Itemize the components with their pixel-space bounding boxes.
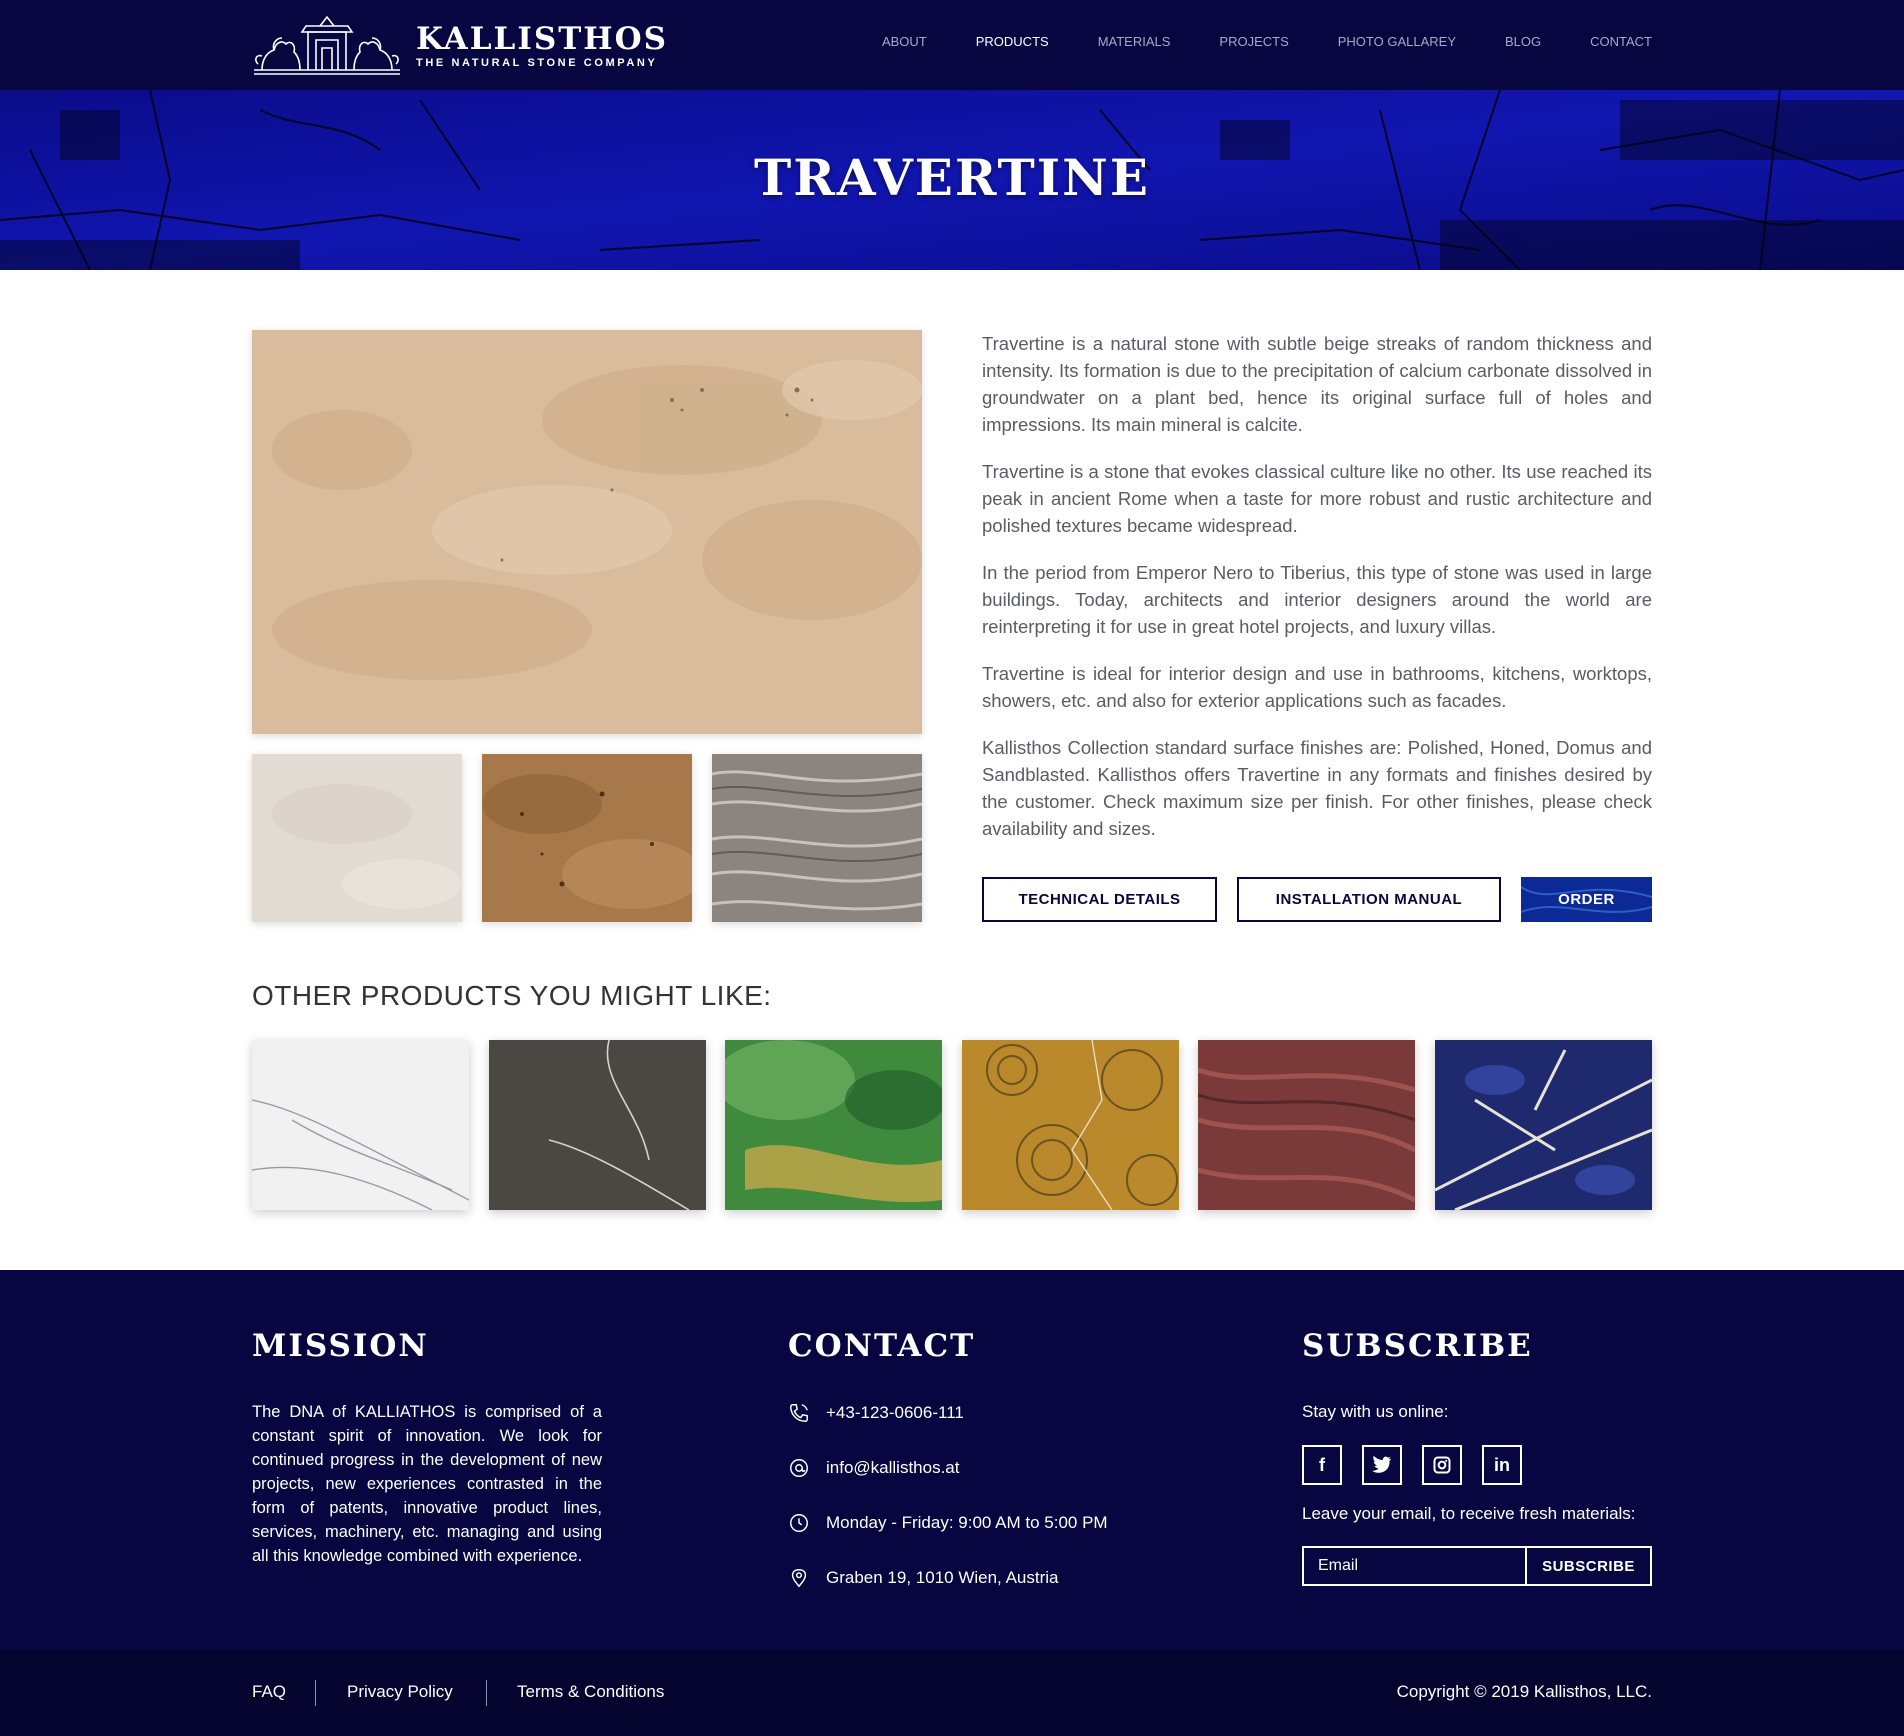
other-product-green-quartzite[interactable] [725, 1040, 942, 1210]
nav-photo-gallery[interactable]: PHOTO GALLAREY [1338, 34, 1456, 49]
contact-phone[interactable]: +43-123-0606-111 [788, 1402, 964, 1424]
facebook-icon[interactable]: f [1302, 1445, 1342, 1485]
nav-materials[interactable]: MATERIALS [1098, 34, 1171, 49]
twitter-icon[interactable] [1362, 1445, 1402, 1485]
nav-contact[interactable]: CONTACT [1590, 34, 1652, 49]
map-pin-icon [791, 1569, 807, 1588]
faq-link[interactable]: FAQ [252, 1682, 286, 1702]
stay-online-text: Stay with us online: [1302, 1402, 1449, 1421]
brand-name: KALLISTHOS [416, 20, 668, 57]
contact-hours: Monday - Friday: 9:00 AM to 5:00 PM [788, 1512, 1108, 1534]
other-product-grey-marble[interactable] [489, 1040, 706, 1210]
contact-email[interactable]: info@kallisthos.at [788, 1457, 960, 1479]
installation-manual-button[interactable]: INSTALLATION MANUAL [1237, 877, 1501, 922]
order-button[interactable]: ORDER [1521, 877, 1652, 922]
hero-banner: TRAVERTINE [0, 90, 1904, 270]
link-divider [315, 1680, 316, 1706]
product-thumb-light[interactable] [252, 754, 462, 922]
email-input[interactable] [1304, 1548, 1525, 1584]
phone-icon [790, 1404, 808, 1422]
description-paragraph: Travertine is ideal for interior design … [982, 663, 1652, 711]
description-paragraph: Travertine is a natural stone with subtl… [982, 333, 1652, 435]
other-products-heading: OTHER PRODUCTS YOU MIGHT LIKE: [252, 980, 772, 1011]
brand-logo[interactable]: KALLISTHOS THE NATURAL STONE COMPANY [252, 14, 668, 76]
privacy-policy-link[interactable]: Privacy Policy [347, 1682, 453, 1702]
other-product-gold-onyx[interactable] [962, 1040, 1179, 1210]
site-footer: MISSION The DNA of KALLIATHOS is compris… [0, 1270, 1904, 1650]
page-title: TRAVERTINE [754, 148, 1150, 207]
site-header: KALLISTHOS THE NATURAL STONE COMPANY ABO… [0, 0, 1904, 90]
subscribe-form: SUBSCRIBE [1302, 1546, 1652, 1586]
footer-bottom-bar: FAQ Privacy Policy Terms & Conditions Co… [0, 1650, 1904, 1736]
terms-link[interactable]: Terms & Conditions [517, 1682, 664, 1702]
mission-text: The DNA of KALLIATHOS is comprised of a … [252, 1403, 602, 1565]
mission-heading: MISSION [252, 1328, 429, 1364]
subscribe-heading: SUBSCRIBE [1302, 1328, 1533, 1364]
product-thumb-noce[interactable] [482, 754, 692, 922]
description-paragraph: Travertine is a stone that evokes classi… [982, 461, 1652, 536]
description-paragraph: In the period from Emperor Nero to Tiber… [982, 562, 1652, 637]
clock-icon [790, 1514, 808, 1532]
subscribe-button[interactable]: SUBSCRIBE [1525, 1548, 1650, 1584]
product-main-image[interactable] [252, 330, 922, 734]
main-nav: ABOUT PRODUCTS MATERIALS PROJECTS PHOTO … [833, 34, 1652, 49]
other-product-blue-sodalite[interactable] [1435, 1040, 1652, 1210]
brand-tagline: THE NATURAL STONE COMPANY [416, 56, 658, 69]
lion-gate-logo-icon [254, 15, 400, 75]
at-sign-icon [790, 1459, 808, 1477]
other-product-white-marble[interactable] [252, 1040, 469, 1210]
order-button-label: ORDER [1558, 891, 1615, 908]
email-text: info@kallisthos.at [826, 1458, 960, 1477]
instagram-icon[interactable] [1422, 1445, 1462, 1485]
product-description: Travertine is a natural stone with subtl… [982, 330, 1652, 862]
nav-projects[interactable]: PROJECTS [1219, 34, 1288, 49]
phone-text: +43-123-0606-111 [826, 1403, 964, 1422]
address-text: Graben 19, 1010 Wien, Austria [826, 1568, 1059, 1587]
nav-about[interactable]: ABOUT [882, 34, 927, 49]
contact-heading: CONTACT [788, 1328, 976, 1364]
contact-address: Graben 19, 1010 Wien, Austria [788, 1567, 1058, 1589]
copyright-text: Copyright © 2019 Kallisthos, LLC. [1396, 1682, 1652, 1701]
nav-products[interactable]: PRODUCTS [976, 34, 1049, 49]
hours-text: Monday - Friday: 9:00 AM to 5:00 PM [826, 1513, 1108, 1532]
link-divider [486, 1680, 487, 1706]
linkedin-icon[interactable]: in [1482, 1445, 1522, 1485]
other-product-red-quartzite[interactable] [1198, 1040, 1415, 1210]
technical-details-button[interactable]: TECHNICAL DETAILS [982, 877, 1217, 922]
product-thumb-silver[interactable] [712, 754, 922, 922]
leave-email-text: Leave your email, to receive fresh mater… [1302, 1504, 1636, 1523]
description-paragraph: Kallisthos Collection standard surface f… [982, 737, 1652, 839]
nav-blog[interactable]: BLOG [1505, 34, 1541, 49]
